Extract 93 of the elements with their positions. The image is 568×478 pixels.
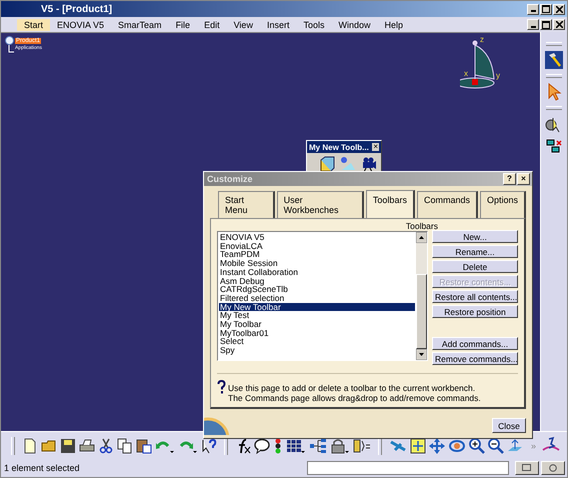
help-pointer-icon[interactable]	[201, 438, 217, 454]
dialog-title: Customize	[207, 174, 253, 184]
status-button[interactable]	[541, 461, 565, 475]
axis-label: y	[496, 71, 500, 80]
list-item[interactable]: TeamPDM	[219, 250, 415, 260]
menu-item[interactable]: Tools	[296, 18, 332, 30]
list-item[interactable]: Mobile Session	[219, 259, 415, 268]
axis-label: z	[480, 35, 484, 44]
speech-bubble-icon[interactable]	[254, 438, 270, 454]
list-item[interactable]: CATRdgSceneTlb	[219, 285, 415, 294]
tab[interactable]: Toolbars	[366, 190, 415, 218]
paste-icon[interactable]	[136, 438, 152, 454]
menu-item[interactable]: Start	[17, 18, 50, 30]
camera-icon[interactable]	[361, 156, 377, 172]
help-text: The Commands page allows drag&drop to add/remove commands.	[228, 393, 481, 403]
window-icon	[522, 464, 532, 472]
list-item[interactable]: EnoviaLCA	[219, 242, 415, 250]
toolbar-title: My New Toolb...	[309, 142, 369, 152]
menu-item[interactable]: File	[168, 18, 198, 30]
menu-item[interactable]: View	[226, 18, 260, 30]
pointer-arrow-icon[interactable]	[546, 83, 562, 101]
list-item[interactable]: Asm Debug	[219, 276, 415, 286]
question-mark-icon	[217, 380, 226, 394]
list-item[interactable]: Instant Collaboration	[219, 268, 415, 277]
tab[interactable]: User Workbenches	[276, 191, 364, 218]
tab[interactable]: Start Menu	[218, 191, 275, 218]
toolbar-action-button[interactable]: Add commands...	[432, 337, 518, 350]
menu-item[interactable]: Insert	[260, 18, 296, 30]
zoom-in-icon[interactable]	[469, 438, 485, 454]
close-button[interactable]: ×	[372, 143, 379, 151]
axis-label: x	[464, 69, 468, 78]
menu-item[interactable]: Edit	[197, 18, 227, 30]
pan-arrows-icon[interactable]	[429, 438, 445, 454]
toolbar-action-button[interactable]: Restore all contents...	[432, 290, 518, 303]
toolbar-action-button[interactable]: Restore position	[432, 305, 518, 318]
window-title: V5 - [Product1]	[41, 4, 112, 14]
toolbar-action-button[interactable]: Delete	[432, 260, 518, 273]
parameter-list-icon[interactable]	[353, 438, 371, 454]
menu-item[interactable]: Help	[378, 18, 410, 30]
cube-icon[interactable]	[319, 156, 335, 172]
help-button[interactable]: ?	[503, 173, 516, 185]
tab[interactable]: Commands	[416, 191, 478, 218]
close-button[interactable]	[553, 4, 565, 14]
copy-icon[interactable]	[117, 438, 133, 454]
zoom-out-icon[interactable]	[488, 438, 504, 454]
close-button[interactable]: ×	[517, 173, 530, 185]
list-item[interactable]: MyToolbar01	[219, 328, 415, 338]
minimize-button[interactable]	[527, 4, 539, 14]
open-folder-icon[interactable]	[41, 438, 57, 454]
menu-item[interactable]: Window	[331, 18, 378, 30]
lamp-icon[interactable]	[339, 156, 357, 172]
rotate-icon[interactable]	[448, 438, 466, 454]
status-button[interactable]	[515, 461, 539, 475]
list-item[interactable]: Spy	[219, 346, 415, 355]
padlock-icon[interactable]	[330, 438, 350, 454]
list-item[interactable]: Select	[219, 337, 415, 346]
new-document-icon[interactable]	[22, 438, 38, 454]
close-button[interactable]	[553, 19, 565, 30]
tree-diagram-icon[interactable]	[309, 438, 327, 454]
list-item[interactable]: My Test	[219, 311, 415, 320]
tab[interactable]: Options	[480, 191, 526, 218]
restore-button[interactable]	[540, 19, 552, 30]
hammer-icon[interactable]	[545, 51, 563, 69]
toolbar-action-button[interactable]: Rename...	[432, 245, 518, 258]
help-text: Use this page to add or delete a toolbar to the current workbench.	[228, 383, 476, 393]
status-message: 1 element selected	[4, 463, 80, 473]
scroll-down-icon[interactable]	[416, 349, 427, 360]
menu-item[interactable]: SmarTeam	[111, 18, 169, 30]
toolbar-action-button[interactable]: Remove commands...	[432, 352, 518, 365]
fit-all-icon[interactable]	[410, 438, 426, 454]
minimize-button[interactable]	[527, 19, 539, 30]
print-icon[interactable]	[79, 438, 95, 454]
scrollbar[interactable]	[416, 232, 427, 360]
list-item[interactable]: My Toolbar	[219, 320, 415, 329]
list-item[interactable]: Filtered selection	[219, 294, 415, 303]
command-input-field[interactable]	[307, 461, 509, 475]
save-icon[interactable]	[60, 438, 76, 454]
table-icon[interactable]	[286, 438, 306, 454]
list-item[interactable]: ENOVIA V5	[219, 233, 415, 242]
traffic-light-icon[interactable]	[273, 438, 283, 454]
close-button[interactable]: Close	[492, 418, 526, 433]
cut-icon[interactable]	[98, 438, 114, 454]
scroll-up-icon[interactable]	[416, 232, 427, 243]
list-item[interactable]: My New Toolbar	[219, 302, 415, 312]
menu-item[interactable]: ENOVIA V5	[50, 18, 112, 30]
toolbar-action-button[interactable]: New...	[432, 230, 518, 243]
product-icon	[5, 36, 14, 45]
window-icon	[548, 464, 558, 472]
list-label: Toolbars	[406, 221, 438, 231]
normal-view-icon[interactable]	[507, 438, 523, 454]
tree-branch-icon	[8, 45, 14, 53]
maximize-button[interactable]	[540, 4, 552, 14]
airplane-icon[interactable]	[389, 438, 407, 454]
